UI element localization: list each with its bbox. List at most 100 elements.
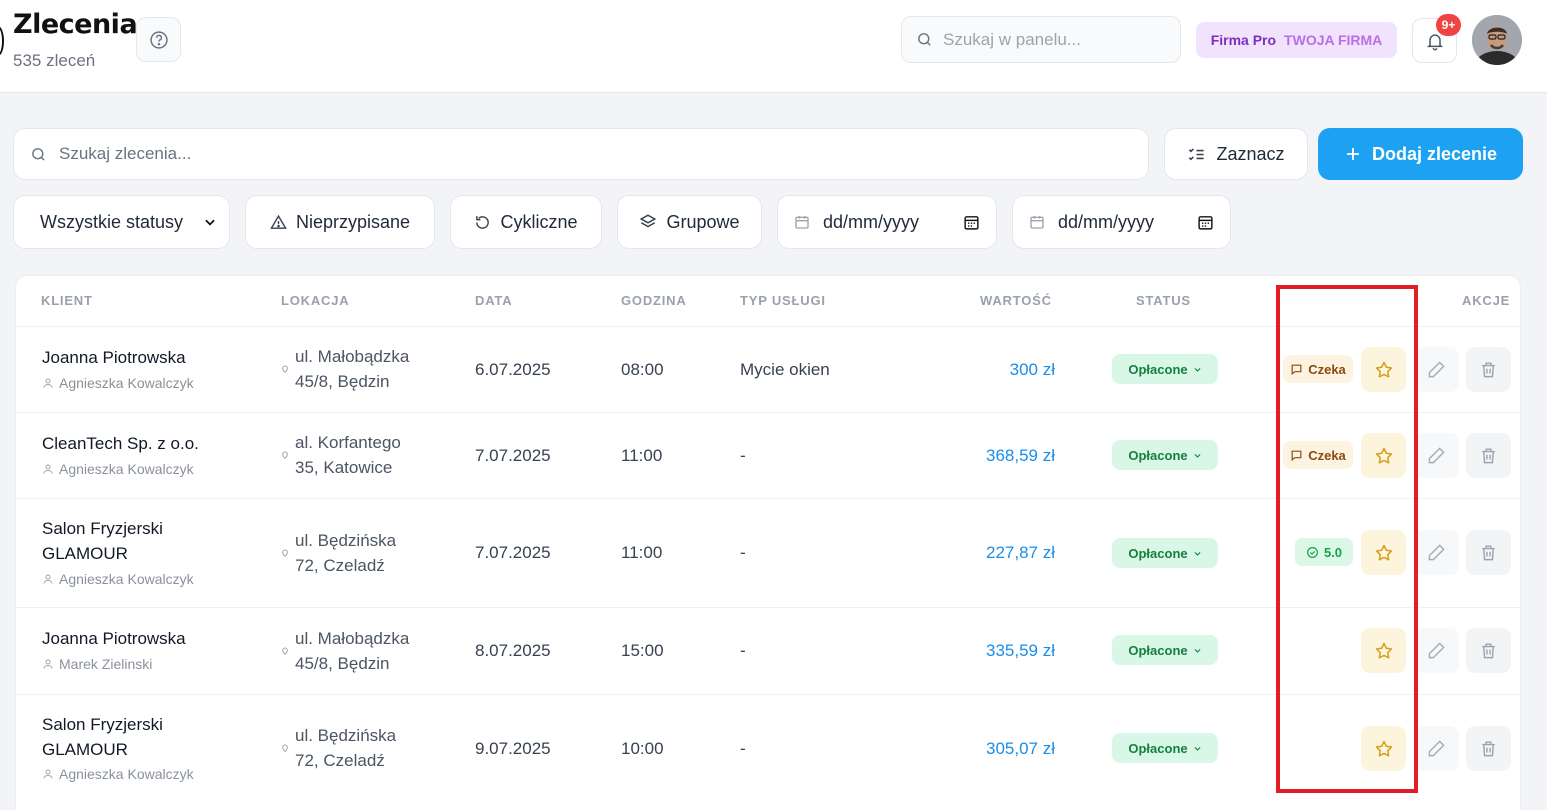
chevron-down-icon [205, 219, 215, 226]
column-header-date[interactable]: DATA [475, 293, 512, 308]
order-time: 11:00 [621, 446, 663, 465]
location: ul. Będzińska 72, Czeladź [281, 723, 415, 773]
highlight-annotation-box [1276, 285, 1418, 793]
status-dropdown[interactable]: Opłacone [1112, 354, 1218, 384]
calendar-picker-icon[interactable] [963, 214, 980, 231]
service-type: - [740, 641, 746, 660]
assignee: Agnieszka Kowalczyk [42, 461, 194, 477]
order-value: 368,59 zł [986, 446, 1055, 465]
column-header-actions: AKCJE [1462, 293, 1511, 308]
cyclic-filter-label: Cykliczne [500, 211, 578, 232]
add-order-button[interactable]: Dodaj zlecenie [1318, 128, 1523, 180]
location: ul. Będzińska 72, Czeladź [281, 528, 415, 578]
group-filter-button[interactable]: Grupowe [617, 195, 762, 249]
status-label: Opłacone [1128, 740, 1188, 756]
plus-icon [1346, 148, 1359, 160]
column-header-client[interactable]: KLIENT [41, 293, 93, 308]
trash-icon [1482, 741, 1495, 757]
assignee: Agnieszka Kowalczyk [42, 375, 194, 391]
delete-button[interactable] [1466, 347, 1511, 392]
plan-badge[interactable]: Firma Pro TWOJA FIRMA [1196, 22, 1397, 58]
warning-icon [270, 214, 287, 229]
order-value: 227,87 zł [986, 543, 1055, 562]
service-type: - [740, 543, 746, 562]
select-mode-button[interactable]: Zaznacz [1164, 128, 1308, 180]
cyclic-filter-button[interactable]: Cykliczne [450, 195, 602, 249]
order-search-input[interactable]: Szukaj zlecenia... [13, 128, 1149, 180]
location-text: ul. Małobądzka 45/8, Będzin [295, 347, 410, 391]
edit-button[interactable] [1414, 628, 1459, 673]
delete-button[interactable] [1466, 726, 1511, 771]
service-type: - [740, 446, 746, 465]
delete-button[interactable] [1466, 628, 1511, 673]
service-type: Mycie okien [740, 360, 830, 379]
order-date: 7.07.2025 [475, 446, 551, 465]
pin-icon [282, 647, 288, 656]
calendar-picker-icon[interactable] [1197, 214, 1214, 231]
location-text: ul. Będzińska 72, Czeladź [295, 726, 397, 770]
group-filter-label: Grupowe [666, 211, 740, 232]
help-button[interactable] [136, 17, 181, 62]
edit-button[interactable] [1414, 530, 1459, 575]
column-header-value[interactable]: WARTOŚĆ [980, 293, 1052, 308]
assignee-name: Agnieszka Kowalczyk [59, 375, 194, 391]
user-icon [43, 659, 53, 669]
client-name: Salon Fryzjerski GLAMOUR [42, 519, 163, 563]
column-header-location[interactable]: LOKACJA [281, 293, 349, 308]
calendar-icon [795, 216, 809, 229]
status-filter-select[interactable]: Wszystkie statusy [13, 195, 230, 249]
search-icon [32, 147, 45, 161]
calendar-icon [1030, 216, 1044, 229]
client-name: Salon Fryzjerski GLAMOUR [42, 715, 163, 759]
column-header-status[interactable]: STATUS [1136, 293, 1191, 308]
chevron-down-icon [1194, 367, 1201, 372]
edit-button[interactable] [1414, 347, 1459, 392]
assignee: Agnieszka Kowalczyk [42, 766, 194, 782]
order-value: 300 zł [1009, 360, 1055, 379]
user-avatar[interactable] [1472, 15, 1522, 65]
user-icon [43, 378, 53, 388]
chevron-down-icon [1194, 648, 1201, 653]
chevron-down-icon [1194, 453, 1201, 458]
refresh-icon [476, 215, 490, 229]
edit-button[interactable] [1414, 726, 1459, 771]
status-filter-value: Wszystkie statusy [40, 211, 184, 232]
client-name: Joanna Piotrowska [42, 629, 186, 648]
location: al. Korfantego 35, Katowice [281, 430, 425, 480]
pin-icon [282, 744, 288, 753]
page-title: Zlecenia [13, 9, 138, 40]
help-icon [149, 30, 168, 49]
assignee-name: Marek Zielinski [59, 656, 153, 672]
pin-icon [282, 549, 288, 558]
panel-search-input[interactable]: Szukaj w panelu... [901, 16, 1181, 63]
notifications-count-badge: 9+ [1436, 14, 1461, 36]
date-from-value: dd/mm/yyyy [823, 211, 920, 232]
status-dropdown[interactable]: Opłacone [1112, 440, 1218, 470]
delete-button[interactable] [1466, 530, 1511, 575]
delete-button[interactable] [1466, 433, 1511, 478]
order-date: 7.07.2025 [475, 543, 551, 562]
date-to-input[interactable]: dd/mm/yyyy [1012, 195, 1231, 249]
date-to-value: dd/mm/yyyy [1058, 211, 1155, 232]
layers-icon [640, 214, 657, 228]
unassigned-filter-button[interactable]: Nieprzypisane [245, 195, 435, 249]
order-date: 6.07.2025 [475, 360, 551, 379]
column-header-time[interactable]: GODZINA [621, 293, 687, 308]
company-name: TWOJA FIRMA [1284, 32, 1383, 48]
order-search-placeholder: Szukaj zlecenia... [59, 144, 192, 163]
status-dropdown[interactable]: Opłacone [1112, 733, 1218, 763]
order-date: 9.07.2025 [475, 739, 551, 758]
order-time: 08:00 [621, 360, 664, 379]
location: ul. Małobądzka 45/8, Będzin [281, 626, 430, 676]
location-text: al. Korfantego 35, Katowice [295, 433, 401, 477]
location: ul. Małobądzka 45/8, Będzin [281, 344, 430, 394]
date-from-input[interactable]: dd/mm/yyyy [777, 195, 997, 249]
trash-icon [1482, 362, 1495, 378]
location-text: ul. Małobądzka 45/8, Będzin [295, 629, 410, 673]
status-dropdown[interactable]: Opłacone [1112, 538, 1218, 568]
edit-button[interactable] [1414, 433, 1459, 478]
status-dropdown[interactable]: Opłacone [1112, 635, 1218, 665]
location-text: ul. Będzińska 72, Czeladź [295, 531, 397, 575]
status-label: Opłacone [1128, 361, 1188, 377]
column-header-service[interactable]: TYP USŁUGI [740, 293, 826, 308]
